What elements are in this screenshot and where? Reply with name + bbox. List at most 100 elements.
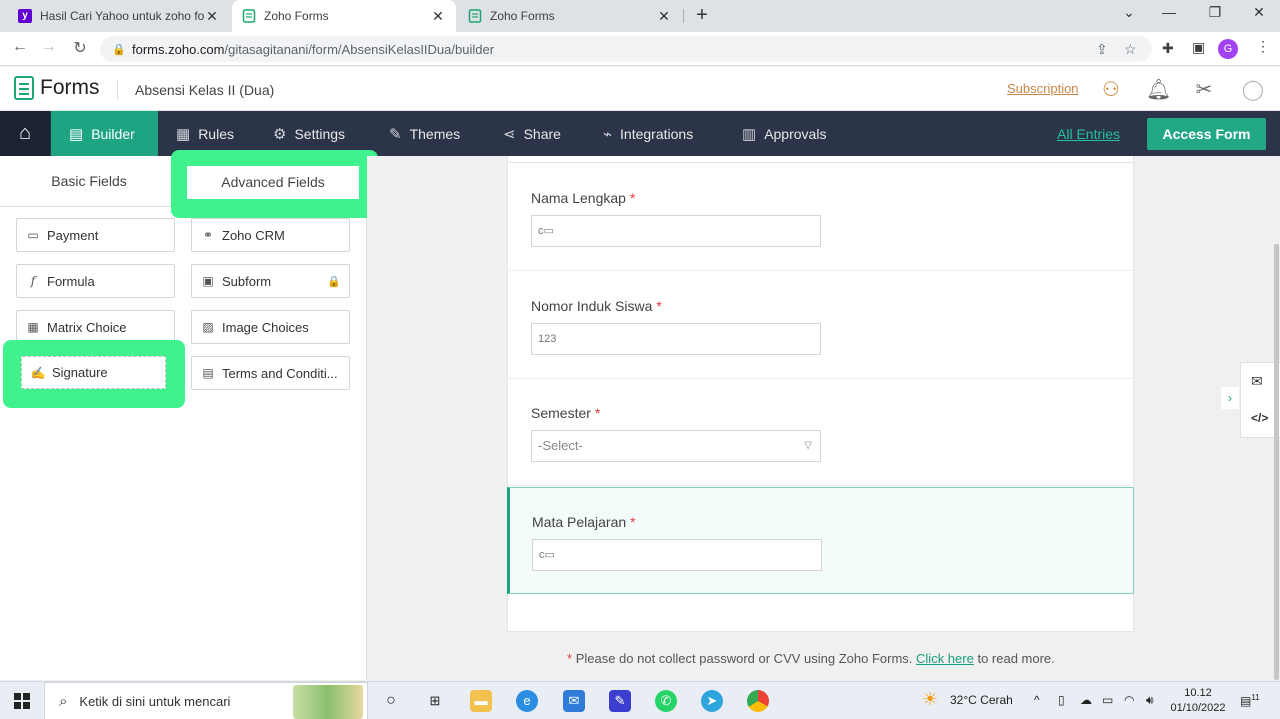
- semester-dropdown[interactable]: -Select- ▽: [531, 430, 821, 462]
- telegram-icon[interactable]: ➤: [701, 690, 723, 712]
- plug-icon: ⌁: [603, 125, 613, 143]
- minimize-icon[interactable]: —: [1154, 4, 1184, 20]
- chrome-icon[interactable]: [747, 690, 769, 712]
- click-here-link[interactable]: Click here: [916, 651, 974, 666]
- bookmark-star-icon[interactable]: ☆: [1124, 41, 1137, 58]
- whatsapp-icon[interactable]: ✆: [655, 690, 677, 712]
- all-entries-link[interactable]: All Entries: [1057, 126, 1120, 142]
- text-field-icon: c▭: [539, 549, 555, 561]
- widgets-icon[interactable]: ⊞: [424, 690, 446, 712]
- notification-icon[interactable]: ▤11: [1240, 693, 1260, 708]
- scrollbar[interactable]: [1274, 244, 1279, 680]
- chevron-right-icon[interactable]: ›: [1221, 387, 1239, 409]
- yahoo-icon: y: [18, 9, 32, 23]
- handshake-icon: ⚭: [202, 228, 214, 242]
- file-explorer-icon[interactable]: ▬: [470, 690, 492, 712]
- tab-advanced-fields[interactable]: Advanced Fields: [187, 166, 359, 199]
- nav-builder[interactable]: ▤ Builder: [51, 111, 158, 156]
- browser-menu-icon[interactable]: ⋮: [1256, 38, 1270, 55]
- windows-taskbar: ⌕ Ketik di sini untuk mencari ○ ⊞ ▬ e ✉ …: [0, 681, 1280, 719]
- field-payment[interactable]: ▭ Payment: [16, 218, 175, 252]
- speaker-icon[interactable]: 🔊︎: [1146, 693, 1154, 708]
- tab-underline: [0, 206, 172, 207]
- user-avatar-icon[interactable]: ◯: [1241, 77, 1265, 102]
- field-subform[interactable]: ▣ Subform 🔒: [191, 264, 350, 298]
- nav-share-label: Share: [523, 125, 561, 142]
- windows-start-icon[interactable]: [14, 693, 30, 709]
- profile-avatar[interactable]: G: [1218, 39, 1238, 59]
- battery-icon[interactable]: ▭: [1102, 693, 1113, 707]
- brush-icon: ✎: [389, 125, 402, 143]
- field-label: Nama Lengkap *: [531, 190, 636, 206]
- tab-search-chevron-icon[interactable]: ⌄: [1114, 4, 1144, 21]
- cloud-icon[interactable]: ☁: [1080, 693, 1092, 707]
- prefill-icon[interactable]: ✉: [1251, 373, 1263, 390]
- reload-icon[interactable]: ↻: [69, 38, 91, 58]
- share-icon: ⋖: [503, 125, 516, 143]
- tab-separator: [683, 9, 684, 23]
- tab-title: Zoho Forms: [264, 9, 329, 23]
- document-icon: ▤: [202, 366, 214, 380]
- meet-icon[interactable]: ▯: [1058, 693, 1065, 707]
- weather-text[interactable]: 32°C Cerah: [950, 693, 1013, 707]
- form-field-semester[interactable]: Semester * -Select- ▽: [507, 379, 1134, 486]
- tab-basic-fields[interactable]: Basic Fields: [0, 156, 178, 206]
- code-embed-icon[interactable]: </>: [1251, 411, 1268, 425]
- nav-approvals[interactable]: ▥ Approvals: [742, 111, 826, 156]
- taskbar-search[interactable]: ⌕ Ketik di sini untuk mencari: [44, 682, 368, 719]
- field-image-choices[interactable]: ▨ Image Choices: [191, 310, 350, 344]
- users-icon[interactable]: ⚇: [1099, 77, 1123, 102]
- task-view-icon[interactable]: ○: [380, 690, 402, 712]
- browser-tab-zoho-forms[interactable]: Zoho Forms ✕: [458, 0, 682, 32]
- search-icon: ⌕: [59, 692, 68, 710]
- url-omnibox[interactable]: 🔒 forms.zoho.com/gitasagitanani/form/Abs…: [100, 36, 1152, 62]
- field-label: Matrix Choice: [47, 319, 127, 335]
- close-icon[interactable]: ✕: [430, 8, 446, 25]
- grid-icon: ▦: [27, 320, 39, 334]
- mail-icon[interactable]: ✉: [563, 690, 585, 712]
- zoho-forms-logo[interactable]: Forms: [14, 76, 100, 100]
- zoho-forms-icon: [242, 9, 256, 23]
- access-form-button[interactable]: Access Form: [1147, 118, 1266, 150]
- window-close-icon[interactable]: ✕: [1244, 4, 1274, 21]
- notification-count: 11: [1251, 693, 1260, 702]
- tools-icon[interactable]: ✂: [1192, 77, 1216, 102]
- number-input[interactable]: 123: [531, 323, 821, 355]
- form-field-nomor-induk-siswa[interactable]: Nomor Induk Siswa * 123: [507, 272, 1134, 379]
- editor-app-icon[interactable]: ✎: [609, 690, 631, 712]
- subform-icon: ▣: [202, 274, 214, 288]
- home-icon[interactable]: ⌂: [0, 111, 50, 156]
- new-tab-plus-icon[interactable]: +: [690, 4, 714, 27]
- subscription-link[interactable]: Subscription: [1007, 81, 1079, 96]
- nav-integrations[interactable]: ⌁ Integrations: [603, 111, 693, 156]
- field-formula[interactable]: f Formula: [16, 264, 175, 298]
- field-terms-and-conditions[interactable]: ▤ Terms and Conditi...: [191, 356, 350, 390]
- nav-themes[interactable]: ✎ Themes: [389, 111, 460, 156]
- field-signature[interactable]: ✍ Signature: [21, 356, 166, 389]
- share-page-icon[interactable]: ⇪: [1096, 41, 1108, 58]
- field-matrix-choice[interactable]: ▦ Matrix Choice: [16, 310, 175, 344]
- chevron-up-icon[interactable]: ^: [1034, 693, 1040, 707]
- wifi-icon[interactable]: ◠: [1124, 693, 1134, 707]
- side-panel-icon[interactable]: ▣: [1192, 39, 1205, 56]
- browser-tab-zoho-forms-active[interactable]: Zoho Forms ✕: [232, 0, 456, 32]
- nav-rules-label: Rules: [198, 125, 234, 142]
- forward-arrow-icon[interactable]: →: [38, 38, 60, 56]
- close-icon[interactable]: ✕: [656, 8, 672, 25]
- edge-icon[interactable]: e: [516, 690, 538, 712]
- close-icon[interactable]: ✕: [204, 8, 220, 25]
- system-clock[interactable]: 10.12 01/10/2022: [1170, 686, 1226, 716]
- bell-icon[interactable]: 🔔︎: [1146, 77, 1171, 102]
- form-field-nama-lengkap[interactable]: Nama Lengkap * c▭: [507, 164, 1134, 271]
- back-arrow-icon[interactable]: ←: [9, 38, 31, 56]
- field-label: Formula: [47, 273, 95, 289]
- restore-icon[interactable]: ❐: [1200, 4, 1230, 21]
- field-zoho-crm[interactable]: ⚭ Zoho CRM: [191, 218, 350, 252]
- nav-share[interactable]: ⋖ Share: [503, 111, 561, 156]
- text-input[interactable]: c▭: [532, 539, 822, 571]
- browser-tab-yahoo[interactable]: y Hasil Cari Yahoo untuk zoho form ✕: [8, 0, 230, 32]
- extensions-puzzle-icon[interactable]: ✚: [1162, 40, 1174, 57]
- form-field-mata-pelajaran[interactable]: Mata Pelajaran * c▭: [507, 487, 1134, 594]
- address-bar: ← → ↻ 🔒 forms.zoho.com/gitasagitanani/fo…: [0, 32, 1280, 66]
- text-input[interactable]: c▭: [531, 215, 821, 247]
